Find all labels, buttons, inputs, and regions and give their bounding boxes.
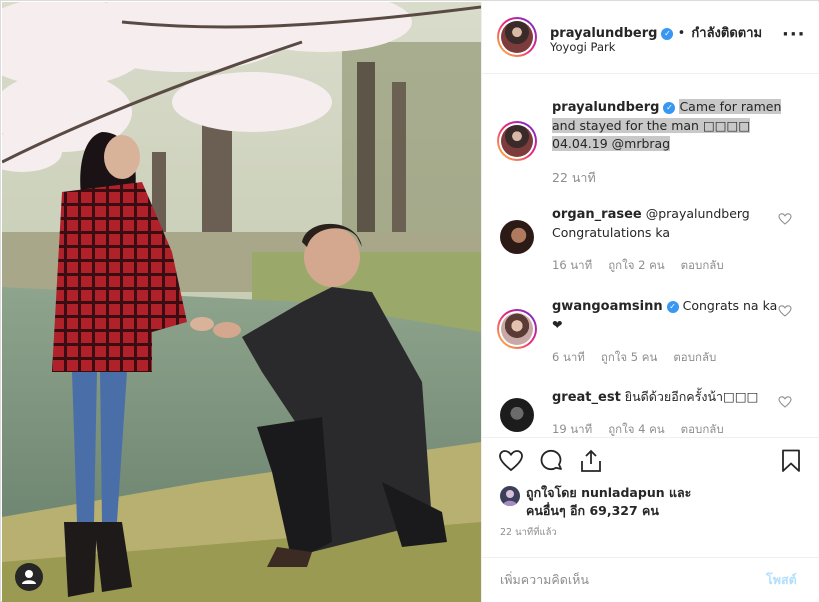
caption-avatar[interactable] bbox=[497, 121, 537, 161]
comment-heart-icon[interactable] bbox=[778, 304, 792, 318]
commenter-username[interactable]: organ_rasee bbox=[552, 207, 642, 222]
commenter-username[interactable]: great_est bbox=[552, 390, 621, 405]
reply-button[interactable]: ตอบกลับ bbox=[681, 422, 724, 436]
comment-time: 6 นาที bbox=[552, 350, 585, 364]
post-modal: prayalundberg ✓ • กำลังติดตาม Yoyogi Park… bbox=[0, 0, 819, 602]
comment-likes[interactable]: ถูกใจ 4 คน bbox=[608, 422, 664, 436]
reply-button[interactable]: ตอบกลับ bbox=[681, 258, 724, 272]
author-username[interactable]: prayalundberg bbox=[550, 26, 657, 41]
comment-text: organ_rasee @prayalundberg Congratulatio… bbox=[552, 205, 782, 242]
comment-text: gwangoamsinn ✓ Congrats na ka❤ bbox=[552, 297, 782, 334]
comment-body: ยินดีด้วยอีกครั้งน้า□□□ bbox=[624, 389, 759, 404]
commenter-avatar[interactable] bbox=[500, 220, 534, 254]
heart-icon[interactable] bbox=[498, 448, 524, 474]
comment-item: gwangoamsinn ✓ Congrats na ka❤ 6 นาที ถูกใ… bbox=[482, 292, 819, 372]
comment-time: 19 นาที bbox=[552, 422, 593, 436]
user-tag-icon[interactable] bbox=[15, 563, 43, 591]
comments-list[interactable]: prayalundberg ✓ Came for ramen and stayed… bbox=[482, 75, 819, 437]
comment-input[interactable]: เพิ่มความคิดเห็น bbox=[500, 570, 589, 590]
comment-icon[interactable] bbox=[538, 448, 564, 474]
comment-item: organ_rasee @prayalundberg Congratulatio… bbox=[482, 200, 819, 280]
action-bar: ถูกใจโดย nunladapun และ คนอื่นๆ อีก 69,3… bbox=[482, 437, 819, 557]
add-comment-bar: เพิ่มความคิดเห็น โพสต์ bbox=[482, 557, 819, 602]
location-link[interactable]: Yoyogi Park bbox=[550, 40, 615, 54]
post-time: 22 นาทีที่แล้ว bbox=[500, 527, 557, 538]
comment-heart-icon[interactable] bbox=[778, 212, 792, 226]
proposal-scene-image bbox=[2, 2, 481, 602]
commenter-avatar[interactable] bbox=[500, 398, 534, 432]
comment-time: 16 นาที bbox=[552, 258, 593, 272]
post-header: prayalundberg ✓ • กำลังติดตาม Yoyogi Park… bbox=[482, 2, 819, 74]
comment-likes[interactable]: ถูกใจ 5 คน bbox=[601, 350, 657, 364]
comment-text: great_est ยินดีด้วยอีกครั้งน้า□□□ bbox=[552, 388, 782, 407]
likes-line-1: ถูกใจโดย nunladapun และ bbox=[526, 485, 692, 500]
post-button[interactable]: โพสต์ bbox=[766, 570, 797, 590]
share-icon[interactable] bbox=[578, 448, 604, 474]
more-icon[interactable]: ··· bbox=[782, 26, 805, 46]
reply-button[interactable]: ตอบกลับ bbox=[673, 350, 716, 364]
comment-heart-icon[interactable] bbox=[778, 395, 792, 409]
following-button[interactable]: กำลังติดตาม bbox=[691, 26, 762, 41]
verified-icon: ✓ bbox=[666, 301, 679, 313]
author-avatar[interactable] bbox=[497, 17, 537, 57]
caption-comment: prayalundberg ✓ Came for ramen and stayed… bbox=[482, 75, 819, 185]
bookmark-icon[interactable] bbox=[778, 448, 804, 474]
post-side-panel: prayalundberg ✓ • กำลังติดตาม Yoyogi Park… bbox=[481, 2, 819, 602]
caption-text: prayalundberg ✓ Came for ramen and stayed… bbox=[552, 98, 782, 153]
caption-time: 22 นาที bbox=[552, 170, 596, 185]
liker-avatar[interactable] bbox=[500, 486, 520, 506]
comment-item: great_est ยินดีด้วยอีกครั้งน้า□□□ 19 นาท… bbox=[482, 383, 819, 437]
comment-meta: 16 นาที ถูกใจ 2 คน ตอบกลับ bbox=[552, 257, 740, 275]
verified-icon: ✓ bbox=[663, 102, 676, 114]
likes-summary[interactable]: ถูกใจโดย nunladapun และ คนอื่นๆ อีก 69,3… bbox=[526, 484, 766, 520]
caption-username[interactable]: prayalundberg bbox=[552, 100, 659, 115]
post-photo[interactable] bbox=[2, 2, 481, 602]
comment-meta: 19 นาที ถูกใจ 4 คน ตอบกลับ bbox=[552, 421, 740, 437]
commenter-avatar[interactable] bbox=[497, 309, 537, 349]
header-separator: • bbox=[677, 26, 686, 41]
comment-meta: 6 นาที ถูกใจ 5 คน ตอบกลับ bbox=[552, 349, 732, 367]
comment-likes[interactable]: ถูกใจ 2 คน bbox=[608, 258, 664, 272]
likes-line-2: คนอื่นๆ อีก 69,327 คน bbox=[526, 503, 659, 518]
verified-icon: ✓ bbox=[661, 28, 674, 40]
commenter-username[interactable]: gwangoamsinn bbox=[552, 299, 663, 314]
